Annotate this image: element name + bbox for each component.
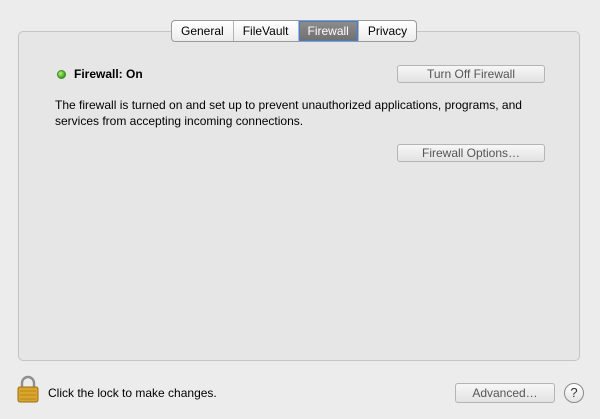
tab-privacy[interactable]: Privacy xyxy=(359,21,416,41)
firewall-status: Firewall: On xyxy=(57,66,143,82)
advanced-button[interactable]: Advanced… xyxy=(455,383,555,403)
turn-off-firewall-button[interactable]: Turn Off Firewall xyxy=(397,65,545,83)
tab-bar: General FileVault Firewall Privacy xyxy=(171,20,418,42)
firewall-description: The firewall is turned on and set up to … xyxy=(55,98,522,128)
help-button[interactable]: ? xyxy=(564,383,584,403)
lock-hint-text: Click the lock to make changes. xyxy=(48,386,217,400)
firewall-status-label: Firewall: On xyxy=(74,67,143,81)
tab-general[interactable]: General xyxy=(172,21,234,41)
tab-firewall[interactable]: Firewall xyxy=(298,21,359,41)
firewall-options-button[interactable]: Firewall Options… xyxy=(397,144,545,162)
lock-icon[interactable] xyxy=(16,375,40,403)
status-indicator-icon xyxy=(57,69,66,79)
tab-filevault[interactable]: FileVault xyxy=(234,21,299,41)
